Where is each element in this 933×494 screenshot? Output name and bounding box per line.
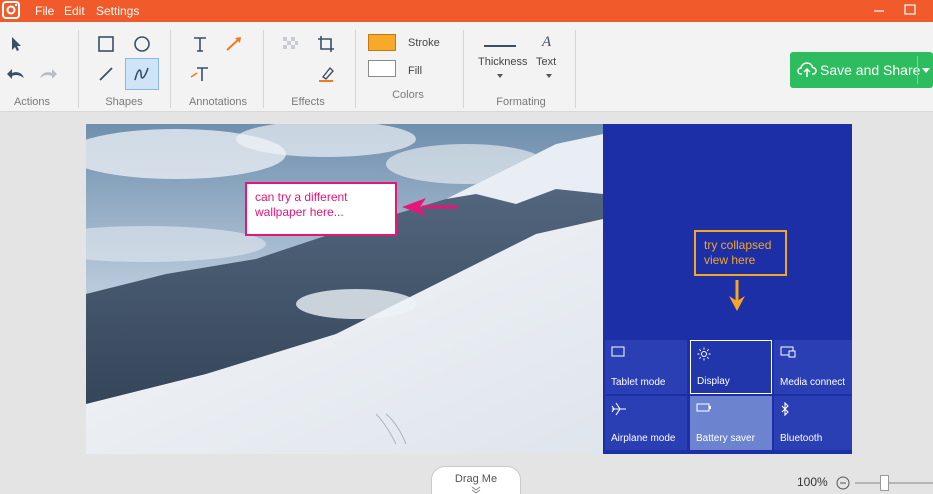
ribbon-divider xyxy=(170,30,171,108)
text-label: Text xyxy=(536,56,557,68)
tile-label: Airplane mode xyxy=(611,433,676,444)
ribbon-divider xyxy=(575,30,576,108)
redo-button[interactable] xyxy=(34,60,62,88)
pixelate-tool[interactable] xyxy=(276,30,304,58)
maximize-icon[interactable] xyxy=(901,2,919,18)
battery-icon xyxy=(696,403,711,412)
menu-bar: File Edit Settings xyxy=(0,0,933,22)
line-icon xyxy=(99,67,113,81)
group-label-shapes: Shapes xyxy=(105,96,143,108)
tile-label: Media connect xyxy=(780,377,846,388)
undo-icon xyxy=(7,69,24,79)
drag-handle[interactable]: Drag Me xyxy=(431,466,521,494)
zoom-level: 100% xyxy=(797,475,828,489)
chevron-down-icon xyxy=(497,74,503,78)
drag-label: Drag Me xyxy=(454,473,498,485)
stroke-color-swatch[interactable] xyxy=(368,34,396,51)
callout-line: view here xyxy=(704,253,756,267)
stroke-label: Stroke xyxy=(408,37,440,49)
freehand-icon xyxy=(134,67,149,81)
callout-tool[interactable] xyxy=(186,60,214,88)
arrow-tool[interactable] xyxy=(220,30,248,58)
tile-label: Tablet mode xyxy=(611,377,666,388)
wallpaper-callout[interactable]: can try a different wallpaper here... xyxy=(245,182,397,236)
chevron-down-icon xyxy=(546,74,552,78)
chevron-down-icon[interactable] xyxy=(922,68,930,73)
ribbon-divider xyxy=(463,30,464,108)
tile-label: Battery saver xyxy=(696,433,755,444)
bluetooth-icon xyxy=(781,402,789,416)
arrow-icon xyxy=(226,37,241,51)
group-label-annotations: Annotations xyxy=(188,96,248,108)
ribbon-divider xyxy=(263,30,264,108)
zoom-slider-thumb[interactable] xyxy=(880,475,889,491)
rectangle-icon xyxy=(98,36,114,52)
highlighter-icon xyxy=(319,66,334,82)
canvas-area[interactable]: can try a different wallpaper here... tr… xyxy=(86,124,852,454)
callout-line: can try a different xyxy=(255,190,348,204)
double-chevron-down-icon xyxy=(471,486,481,494)
rectangle-tool[interactable] xyxy=(92,30,120,58)
tile-bluetooth[interactable]: Bluetooth xyxy=(774,396,852,450)
tile-label: Bluetooth xyxy=(780,433,823,444)
cursor-icon xyxy=(12,37,21,51)
fill-color-swatch[interactable] xyxy=(368,60,396,77)
tile-display[interactable]: Display xyxy=(690,340,772,394)
brightness-icon xyxy=(697,347,711,361)
group-label-effects: Effects xyxy=(291,96,325,108)
callout-line: try collapsed xyxy=(704,238,772,252)
tile-airplane-mode[interactable]: Airplane mode xyxy=(605,396,687,450)
zoom-slider-track[interactable] xyxy=(855,482,933,484)
group-label-colors: Colors xyxy=(392,89,424,101)
highlighter-tool[interactable] xyxy=(312,60,340,88)
tablet-icon xyxy=(611,346,625,357)
ellipse-icon xyxy=(134,36,150,52)
undo-button[interactable] xyxy=(2,60,30,88)
text-tool[interactable] xyxy=(186,30,214,58)
save-and-share-label: Save and Share xyxy=(820,62,921,78)
menu-edit[interactable]: Edit xyxy=(64,4,85,18)
group-label-actions: Actions xyxy=(13,96,51,108)
text-icon xyxy=(194,37,206,52)
cast-icon xyxy=(780,346,796,358)
orange-arrow-icon xyxy=(729,280,745,311)
freehand-tool[interactable] xyxy=(125,58,159,90)
tile-battery-saver[interactable]: Battery saver xyxy=(690,396,772,450)
cloud-upload-icon xyxy=(797,62,817,77)
save-and-share-button[interactable]: Save and Share xyxy=(790,52,933,88)
tile-tablet-mode[interactable]: Tablet mode xyxy=(605,340,687,394)
thickness-label: Thickness xyxy=(478,56,528,68)
crop-icon xyxy=(318,36,334,52)
pink-arrow-icon xyxy=(402,198,458,216)
airplane-icon xyxy=(611,402,626,416)
ribbon-divider xyxy=(355,30,356,108)
tile-media-connect[interactable]: Media connect xyxy=(774,340,852,394)
app-logo-icon[interactable] xyxy=(2,1,20,19)
select-tool[interactable] xyxy=(2,30,30,58)
ellipse-tool[interactable] xyxy=(128,30,156,58)
thickness-line-icon xyxy=(484,45,516,47)
redo-icon xyxy=(40,69,57,79)
line-tool[interactable] xyxy=(92,60,120,88)
pixelate-icon xyxy=(283,37,298,49)
group-label-formatting: Formating xyxy=(496,96,546,108)
collapsed-view-callout[interactable]: try collapsed view here xyxy=(694,230,787,276)
fill-label: Fill xyxy=(408,65,423,77)
zoom-out-icon[interactable] xyxy=(836,476,850,490)
crop-tool[interactable] xyxy=(312,30,340,58)
ribbon-divider xyxy=(78,30,79,108)
split-divider xyxy=(917,56,918,84)
thickness-dropdown[interactable]: Thickness xyxy=(474,36,528,86)
menu-settings[interactable]: Settings xyxy=(96,4,139,18)
menu-file[interactable]: File xyxy=(35,4,54,18)
text-format-dropdown[interactable]: A Text xyxy=(530,34,564,84)
callout-line: wallpaper here... xyxy=(255,205,344,219)
tile-label: Display xyxy=(697,376,730,387)
font-icon: A xyxy=(542,34,552,50)
arrow-text-icon xyxy=(190,67,208,81)
minimize-icon[interactable] xyxy=(870,2,888,18)
